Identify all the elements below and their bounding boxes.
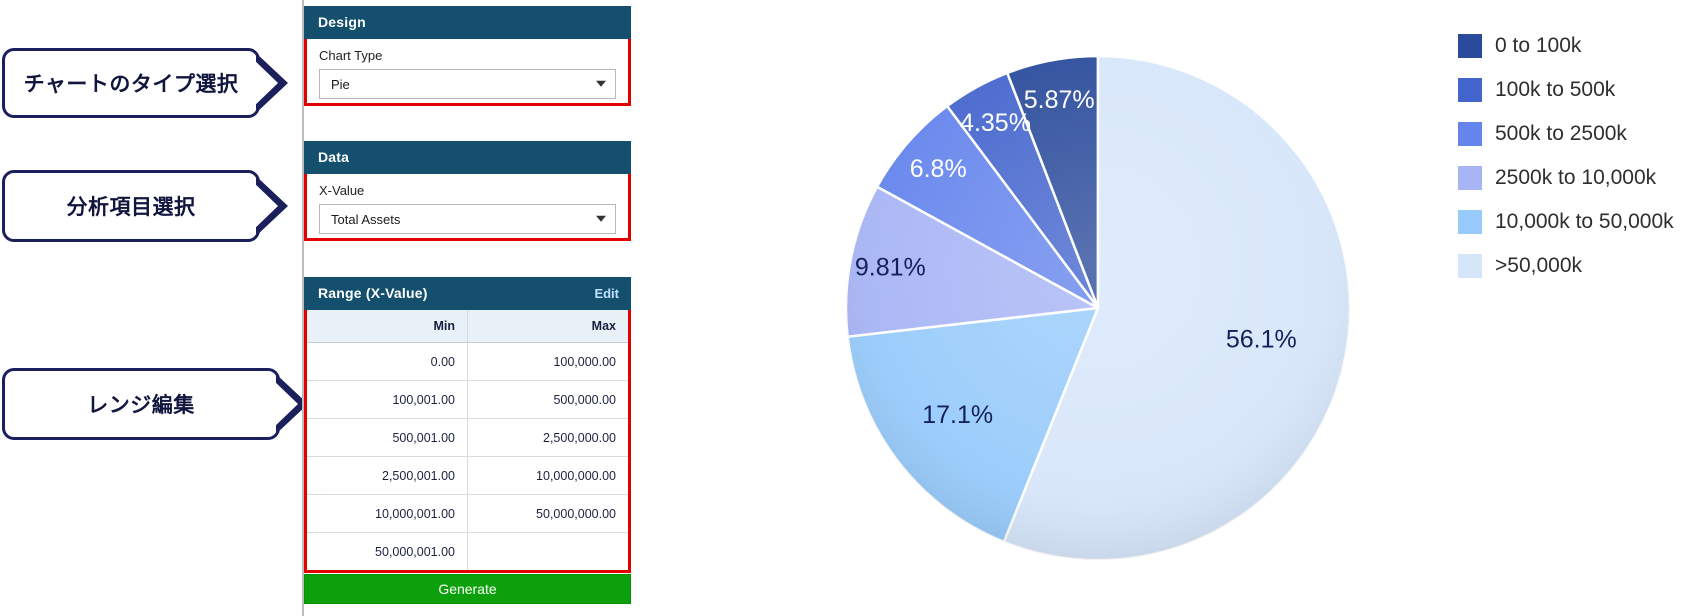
callout-tail-inner-icon <box>252 58 278 108</box>
legend-label: 2500k to 10,000k <box>1495 166 1657 189</box>
legend-swatch-icon <box>1458 34 1482 58</box>
legend-item[interactable]: 500k to 2500k <box>1458 112 1708 156</box>
cell-min: 500,001.00 <box>307 418 468 457</box>
cell-min: 10,000,001.00 <box>307 494 468 533</box>
design-card-title: Design <box>318 14 366 30</box>
legend-item[interactable]: 10,000k to 50,000k <box>1458 200 1708 244</box>
legend-label: 10,000k to 50,000k <box>1495 210 1674 233</box>
table-row[interactable]: 500,001.00 2,500,000.00 <box>307 418 628 457</box>
x-value-label: X-Value <box>319 183 365 198</box>
table-row[interactable]: 50,000,001.00 <box>307 532 629 571</box>
pie-chart-svg: 5.87%4.35% 6.8% 9.81% 17.1% 56.1% <box>844 54 1352 562</box>
table-header-row: Min Max <box>307 310 628 343</box>
table-row[interactable]: 2,500,001.00 10,000,000.00 <box>307 456 628 495</box>
pie-slice-label: 9.81% <box>855 253 926 281</box>
table-row[interactable]: 100,001.00 500,000.00 <box>307 380 628 419</box>
settings-panel: Design Chart Type Pie Data X-Value Total… <box>304 0 631 616</box>
callout-x-value-label: 分析項目選択 <box>66 196 196 219</box>
generate-button[interactable]: Generate <box>304 574 631 604</box>
x-value-selected-value: Total Assets <box>331 211 401 227</box>
legend-swatch-icon <box>1458 78 1482 102</box>
cell-min: 2,500,001.00 <box>307 456 468 495</box>
pie-slice-label: 5.87% <box>1024 86 1095 114</box>
edit-range-link[interactable]: Edit <box>594 286 619 301</box>
column-header-min: Min <box>307 310 468 343</box>
chevron-down-icon <box>596 80 606 87</box>
data-card-header: Data <box>304 141 631 174</box>
range-card: Range (X-Value) Edit Min Max 0.00 100,00… <box>304 277 631 573</box>
pie-slice-label: 4.35% <box>960 109 1031 137</box>
pie-slices <box>844 54 1352 562</box>
chart-type-select[interactable]: Pie <box>319 69 616 99</box>
design-card-header: Design <box>304 6 631 39</box>
legend-label: 0 to 100k <box>1495 34 1582 57</box>
chart-legend: 0 to 100k 100k to 500k 500k to 2500k 2500k … <box>1458 24 1708 288</box>
legend-swatch-icon <box>1458 166 1482 190</box>
table-row[interactable]: 10,000,001.00 50,000,000.00 <box>307 494 628 533</box>
legend-swatch-icon <box>1458 122 1482 146</box>
x-value-select[interactable]: Total Assets <box>319 204 616 234</box>
callout-tail-inner-icon <box>252 181 278 231</box>
callout-range: レンジ編集 <box>2 368 308 440</box>
column-header-max: Max <box>467 310 628 343</box>
cell-max: 100,000.00 <box>467 342 628 381</box>
design-card: Design Chart Type Pie <box>304 6 631 106</box>
range-table-body: 0.00 100,000.00 100,001.00 500,000.00 50… <box>307 342 629 571</box>
cell-max: 50,000,000.00 <box>467 494 628 533</box>
cell-min: 0.00 <box>307 342 468 381</box>
legend-swatch-icon <box>1458 210 1482 234</box>
pie-slice-label: 6.8% <box>910 155 967 183</box>
legend-label: 500k to 2500k <box>1495 122 1627 145</box>
pie-slice-label: 56.1% <box>1226 326 1297 354</box>
cell-min: 50,000,001.00 <box>307 532 468 570</box>
range-table: Min Max 0.00 100,000.00 100,001.00 500,0… <box>307 310 628 570</box>
callout-x-value: 分析項目選択 <box>2 170 288 242</box>
callout-chart-type-label: チャートのタイプ選択 <box>23 73 239 96</box>
legend-item[interactable]: 0 to 100k <box>1458 24 1708 68</box>
chart-type-label: Chart Type <box>319 48 383 63</box>
design-card-body: Chart Type Pie <box>304 39 631 106</box>
pie-slice-label: 17.1% <box>922 401 993 429</box>
cell-max: 500,000.00 <box>467 380 628 419</box>
legend-label: 100k to 500k <box>1495 78 1616 101</box>
table-row[interactable]: 0.00 100,000.00 <box>307 342 628 381</box>
cell-min: 100,001.00 <box>307 380 468 419</box>
chevron-down-icon <box>596 215 606 222</box>
callout-chart-type: チャートのタイプ選択 <box>2 48 288 118</box>
legend-item[interactable]: 100k to 500k <box>1458 68 1708 112</box>
cell-max: 2,500,000.00 <box>467 418 628 457</box>
callout-range-label: レンジ編集 <box>87 394 195 417</box>
chart-type-selected-value: Pie <box>331 76 350 92</box>
data-card: Data X-Value Total Assets <box>304 141 631 241</box>
legend-swatch-icon <box>1458 254 1482 278</box>
cell-max <box>468 533 629 571</box>
callout-tail-inner-icon <box>272 379 298 429</box>
data-card-title: Data <box>318 149 350 165</box>
range-card-header: Range (X-Value) Edit <box>304 277 631 310</box>
legend-item[interactable]: >50,000k <box>1458 244 1708 288</box>
cell-max: 10,000,000.00 <box>467 456 628 495</box>
range-card-body: Min Max 0.00 100,000.00 100,001.00 500,0… <box>304 310 631 573</box>
generate-button-label: Generate <box>438 581 497 597</box>
pie-chart: 5.87% 4.35% 6.8% 9.81% 17.1% 56.1% <box>798 8 1398 608</box>
range-card-title: Range (X-Value) <box>318 285 428 301</box>
legend-label: >50,000k <box>1495 254 1582 277</box>
data-card-body: X-Value Total Assets <box>304 174 631 241</box>
legend-item[interactable]: 2500k to 10,000k <box>1458 156 1708 200</box>
chart-area: 5.87% 4.35% 6.8% 9.81% 17.1% 56.1% 0 to 100k 1… <box>640 0 1708 616</box>
